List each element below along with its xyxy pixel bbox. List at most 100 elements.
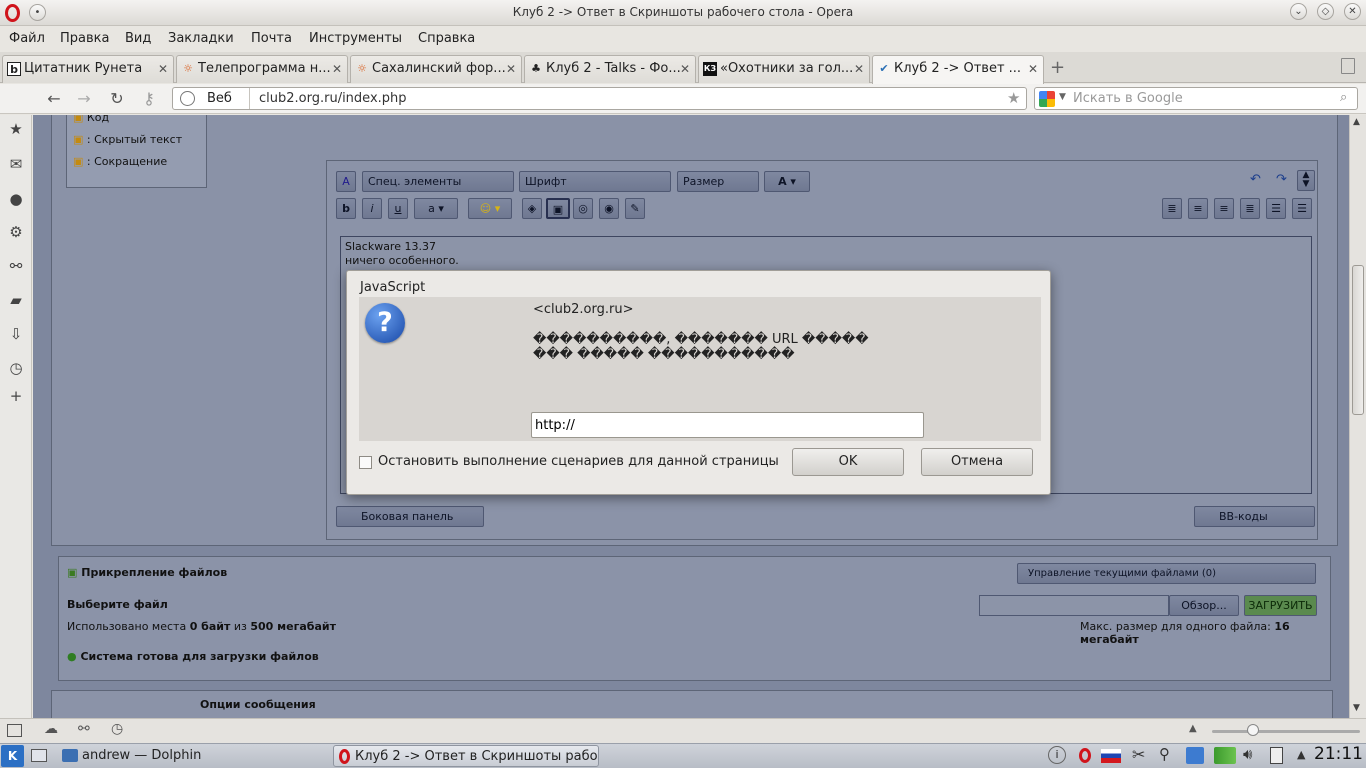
- quote-icon[interactable]: ◉: [599, 198, 619, 219]
- font-size-icon[interactable]: a ▾: [414, 198, 458, 219]
- url-text[interactable]: club2.org.ru/index.php: [259, 91, 407, 106]
- clipboard-icon[interactable]: [1270, 747, 1283, 764]
- tab-close-icon[interactable]: ✕: [506, 56, 516, 82]
- redo-icon[interactable]: ↷: [1276, 172, 1287, 187]
- upload-button[interactable]: ЗАГРУЗИТЬ: [1244, 595, 1317, 616]
- back-icon[interactable]: ←: [44, 89, 64, 108]
- menu-tools[interactable]: Инструменты: [309, 31, 402, 46]
- bookmarks-star-icon[interactable]: ★: [7, 120, 25, 138]
- ok-button[interactable]: OK: [792, 448, 904, 476]
- code-icon[interactable]: ✎: [625, 198, 645, 219]
- browse-button[interactable]: Обзор...: [1169, 595, 1239, 616]
- align-left-icon[interactable]: ≣: [1162, 198, 1182, 219]
- side-panel-button[interactable]: Боковая панель: [336, 506, 484, 527]
- turbo-icon[interactable]: ◷: [111, 721, 123, 737]
- italic-icon[interactable]: i: [362, 198, 382, 219]
- scissors-icon[interactable]: ✂: [1132, 745, 1145, 764]
- bbcodes-button[interactable]: BB-коды: [1194, 506, 1315, 527]
- bullet-list-icon[interactable]: ☰: [1292, 198, 1312, 219]
- cloud-icon[interactable]: ☁: [44, 721, 58, 737]
- share-icon[interactable]: ⚯: [7, 257, 25, 275]
- network-icon[interactable]: [1186, 747, 1204, 764]
- scroll-up-icon[interactable]: ▲: [1353, 117, 1360, 127]
- align-right-icon[interactable]: ≡: [1214, 198, 1234, 219]
- tab-close-icon[interactable]: ✕: [332, 56, 342, 82]
- menu-view[interactable]: Вид: [125, 31, 151, 46]
- tray-expand-icon[interactable]: ▲: [1297, 748, 1305, 761]
- scroll-down-icon[interactable]: ▼: [1353, 703, 1360, 713]
- size-select[interactable]: Размер: [677, 171, 759, 192]
- search-icon[interactable]: ⌕: [1340, 90, 1347, 105]
- history-clock-icon[interactable]: ◷: [7, 359, 25, 377]
- vertical-scrollbar[interactable]: ▲ ▼: [1349, 115, 1366, 718]
- gear-icon[interactable]: ⚙: [7, 223, 25, 241]
- tab-close-icon[interactable]: ✕: [1028, 56, 1038, 82]
- taskbar-item-dolphin[interactable]: andrew — Dolphin: [58, 745, 326, 767]
- usb-icon[interactable]: ⚲: [1159, 745, 1170, 763]
- menu-mail[interactable]: Почта: [251, 31, 292, 46]
- trash-icon[interactable]: [1341, 58, 1355, 74]
- manage-files-select[interactable]: Управление текущими файлами (0): [1017, 563, 1316, 584]
- zoom-slider[interactable]: [1212, 730, 1360, 733]
- forward-icon[interactable]: →: [74, 89, 94, 108]
- kde-menu-icon[interactable]: K: [1, 745, 24, 767]
- volume-icon[interactable]: 🔊︎: [1243, 745, 1252, 763]
- close-button[interactable]: ✕: [1344, 3, 1361, 20]
- special-elements-select[interactable]: Спец. элементы: [362, 171, 514, 192]
- menu-bookmarks[interactable]: Закладки: [168, 31, 234, 46]
- tab-active[interactable]: ✔ Клуб 2 -> Ответ ... ✕: [872, 55, 1044, 84]
- notes-icon[interactable]: ▰: [7, 291, 25, 309]
- font-color-icon[interactable]: A ▾: [764, 171, 810, 192]
- cancel-button[interactable]: Отмена: [921, 448, 1033, 476]
- maximize-button[interactable]: ◇: [1317, 3, 1334, 20]
- tab[interactable]: ☼ Телепрограмма н... ✕: [176, 55, 348, 83]
- link-icon[interactable]: ◈: [522, 198, 542, 219]
- reload-icon[interactable]: ↻: [107, 89, 127, 108]
- mail-icon[interactable]: ✉: [7, 155, 25, 173]
- downloads-icon[interactable]: ⇩: [7, 325, 25, 343]
- stop-scripts-checkbox[interactable]: [359, 456, 372, 469]
- numbered-list-icon[interactable]: ☰: [1266, 198, 1286, 219]
- underline-icon[interactable]: u: [388, 198, 408, 219]
- menu-edit[interactable]: Правка: [60, 31, 109, 46]
- menu-help[interactable]: Справка: [418, 31, 475, 46]
- video-icon[interactable]: ◎: [573, 198, 593, 219]
- tab-close-icon[interactable]: ✕: [854, 56, 864, 82]
- bbcode-item[interactable]: ▣ : Скрытый текст: [73, 133, 182, 146]
- resize-icon[interactable]: ▲ ▼: [1297, 170, 1315, 191]
- desktop-icon[interactable]: [31, 749, 47, 762]
- taskbar-item-opera[interactable]: Клуб 2 -> Ответ в Скриншоты рабо: [333, 745, 599, 767]
- chevron-down-icon[interactable]: ▼: [1059, 92, 1066, 102]
- opera-tray-icon[interactable]: [1079, 748, 1091, 763]
- zoom-slider-knob[interactable]: [1247, 724, 1259, 736]
- image-icon[interactable]: ▣: [546, 198, 570, 219]
- font-select[interactable]: Шрифт: [519, 171, 671, 192]
- bbcode-item[interactable]: ▣ : Сокращение: [73, 155, 167, 168]
- keyboard-layout-flag-icon[interactable]: [1101, 749, 1121, 763]
- panel-toggle-icon[interactable]: [7, 724, 22, 737]
- file-path-input[interactable]: [979, 595, 1169, 616]
- switch-mode-icon[interactable]: A: [336, 171, 356, 192]
- tab-close-icon[interactable]: ✕: [158, 56, 168, 82]
- contacts-icon[interactable]: ●: [7, 190, 25, 208]
- indent-icon[interactable]: ≣: [1240, 198, 1260, 219]
- minimize-button[interactable]: ⌄: [1290, 3, 1307, 20]
- search-field[interactable]: ▼ Искать в Google ⌕: [1034, 87, 1358, 110]
- tab[interactable]: b Цитатник Рунета ✕: [2, 55, 174, 83]
- unite-icon[interactable]: ⚯: [78, 721, 90, 737]
- tab[interactable]: ♣ Клуб 2 - Talks - Фо... ✕: [524, 55, 696, 83]
- url-prompt-input[interactable]: [531, 412, 924, 438]
- bold-icon[interactable]: b: [336, 198, 356, 219]
- scroll-thumb[interactable]: [1352, 265, 1364, 415]
- info-icon[interactable]: i: [1048, 746, 1066, 764]
- system-monitor-icon[interactable]: [1214, 747, 1236, 764]
- tab-close-icon[interactable]: ✕: [680, 56, 690, 82]
- bookmark-star-icon[interactable]: ★: [1007, 89, 1020, 107]
- key-icon[interactable]: ⚷: [139, 89, 159, 108]
- undo-icon[interactable]: ↶: [1250, 172, 1261, 187]
- tab[interactable]: ☼ Сахалинский фор... ✕: [350, 55, 522, 83]
- menu-file[interactable]: Файл: [9, 31, 45, 46]
- tab[interactable]: КЗ «Охотники за гол... ✕: [698, 55, 870, 83]
- new-tab-icon[interactable]: +: [1050, 57, 1065, 78]
- add-panel-icon[interactable]: +: [7, 387, 25, 405]
